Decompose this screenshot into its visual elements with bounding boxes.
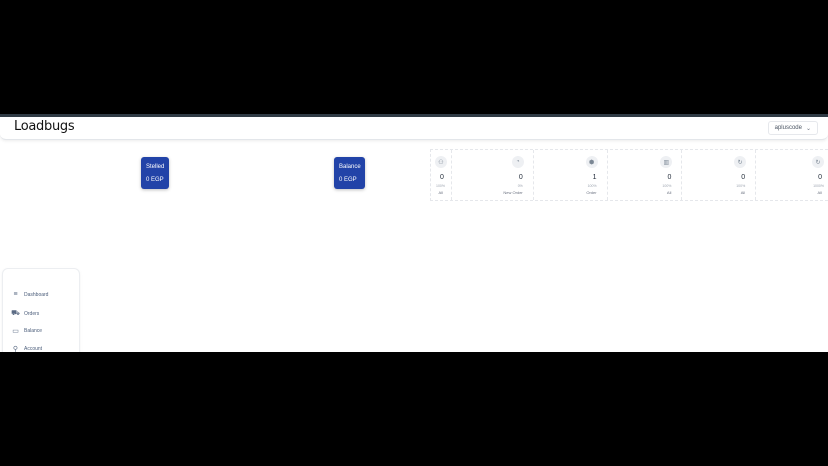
sidebar-item-label: Account — [24, 346, 43, 352]
balance-card-value: 0 EGP — [339, 177, 357, 183]
balance-card-title: Balance — [339, 164, 361, 170]
stat-percent: 0% — [517, 184, 523, 188]
bell-icon: ◔ — [511, 156, 524, 168]
stat-all-refresh: ↻ 0 100% All — [682, 150, 757, 200]
stat-label: Order — [586, 190, 597, 195]
stat-percent: 100% — [662, 184, 672, 188]
refresh-icon: ↻ — [812, 156, 824, 168]
stat-percent: 100% — [736, 184, 746, 188]
stat-order: ⬢ 1 100% Order — [534, 150, 608, 200]
brand-logo[interactable]: Loadbugs — [14, 119, 75, 134]
stat-label: All — [740, 190, 746, 195]
sidebar-item-label: Balance — [24, 328, 43, 334]
stat-value: 0 — [818, 174, 822, 181]
stat-label: All — [438, 190, 443, 195]
stat-all-refresh-2: ↻ 0 1000% All — [756, 150, 828, 200]
card-icon: ▭ — [12, 328, 19, 335]
stat-value: 0 — [440, 174, 444, 181]
top-navbar: Loadbugs apluscode ⌄ — [0, 114, 828, 140]
users-icon: ⚇ — [434, 156, 447, 168]
stat-all-chart: ▥ 0 100% All — [608, 150, 683, 200]
menu-icon: ≡ — [13, 291, 18, 298]
sidebar-item-balance[interactable]: ▭ Balance — [11, 327, 42, 335]
sidebar: ≡ Dashboard ⛟ Orders ▭ Balance ⚲ Account — [2, 268, 80, 352]
sidebar-item-account[interactable]: ⚲ Account — [11, 345, 42, 352]
user-menu-button[interactable]: apluscode ⌄ — [767, 121, 818, 135]
stat-percent: 100% — [436, 184, 445, 188]
stat-percent: 1000% — [813, 184, 824, 188]
user-name: apluscode — [774, 125, 802, 131]
stat-value: 1 — [592, 174, 597, 181]
stats-strip: ⚇ 0 100% All ◔ 0 0% New Order ⬢ 1 100% O… — [430, 149, 828, 201]
settled-card-value: 0 EGP — [146, 177, 164, 183]
app-viewport: Loadbugs apluscode ⌄ Stelled 0 EGP Balan… — [0, 114, 828, 352]
sidebar-item-orders[interactable]: ⛟ Orders — [11, 309, 39, 318]
sidebar-item-dashboard[interactable]: ≡ Dashboard — [11, 291, 48, 298]
stat-label: New Order — [503, 190, 523, 195]
stat-value: 0 — [741, 174, 746, 181]
refresh-icon: ↻ — [734, 156, 747, 168]
chevron-down-icon: ⌄ — [805, 125, 811, 132]
stat-label: All — [666, 190, 672, 195]
settled-card-title: Stelled — [146, 164, 165, 170]
box-icon: ⬢ — [585, 156, 598, 168]
stat-all-users: ⚇ 0 100% All — [431, 150, 452, 200]
stat-value: 0 — [518, 174, 523, 181]
user-icon: ⚲ — [12, 346, 19, 352]
stat-new-order: ◔ 0 0% New Order — [452, 150, 534, 200]
chart-icon: ▥ — [660, 156, 673, 168]
sidebar-item-label: Orders — [24, 310, 40, 317]
settled-card: Stelled 0 EGP — [141, 157, 169, 189]
balance-card: Balance 0 EGP — [334, 157, 365, 189]
stat-label: All — [817, 190, 822, 195]
sidebar-item-label: Dashboard — [24, 291, 49, 298]
stat-value: 0 — [667, 174, 672, 181]
truck-icon: ⛟ — [11, 310, 20, 317]
stat-percent: 100% — [587, 184, 597, 188]
